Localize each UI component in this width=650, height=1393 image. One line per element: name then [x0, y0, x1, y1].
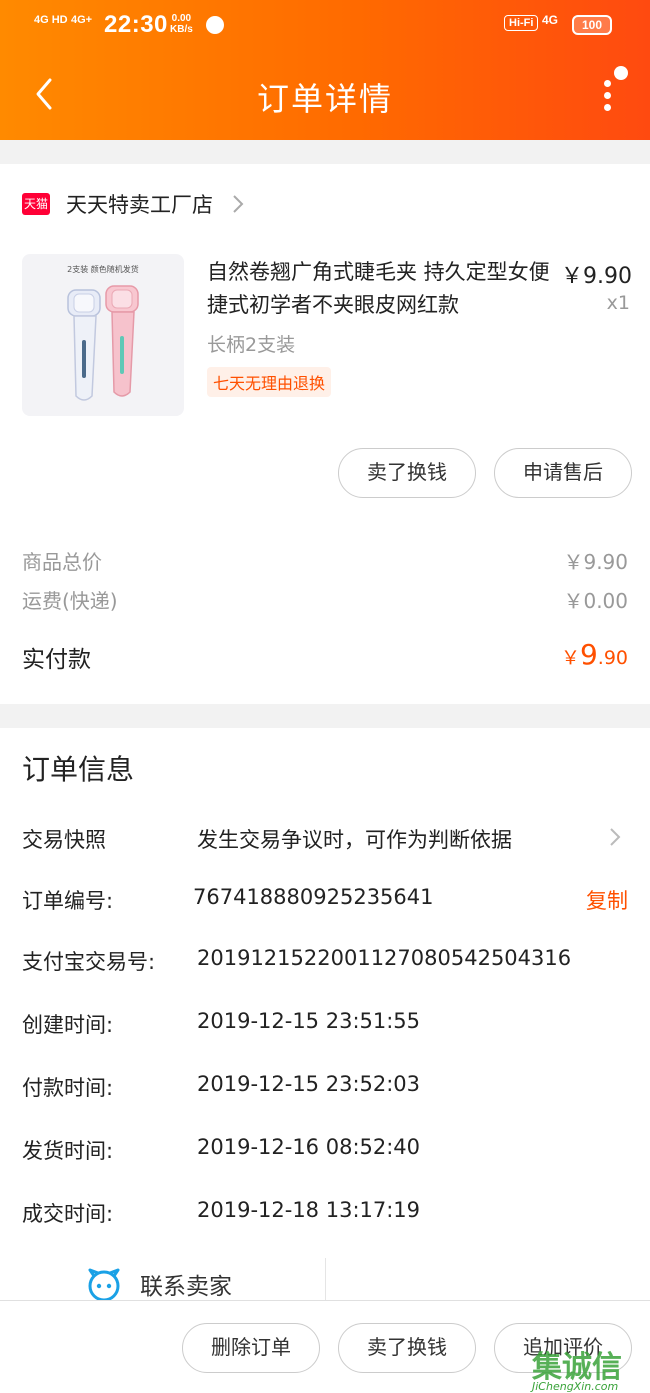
tmall-logo-icon: 天猫	[22, 193, 50, 215]
created-time-label: 创建时间:	[22, 1013, 114, 1037]
section-title: 订单信息	[22, 753, 135, 786]
shop-name: 天天特卖工厂店	[66, 193, 213, 217]
shipped-time-label: 发货时间:	[22, 1139, 114, 1163]
alipay-trade-value: 2019121522001127080542504316	[197, 946, 572, 970]
snapshot-value: 发生交易争议时，可作为判断依据	[197, 828, 512, 852]
notification-badge	[614, 66, 628, 80]
amount-paid-label: 实付款	[22, 647, 91, 673]
copy-order-number-button[interactable]: 复制	[586, 885, 628, 915]
chevron-right-icon	[610, 828, 621, 846]
product-sku: 长柄2支装	[207, 334, 296, 356]
created-time-value: 2019-12-15 23:51:55	[197, 1009, 421, 1033]
product-title[interactable]: 自然卷翘广角式睫毛夹 持久定型女便捷式初学者不夹眼皮网红款	[207, 256, 552, 322]
shipping-value: ￥0.00	[563, 589, 628, 613]
header-bar: 4G HD 4G+ 22:30 0.00 KB/s Hi-Fi 4G 100 订…	[0, 0, 650, 140]
product-price: ￥9.90	[561, 264, 632, 289]
network-speed: 0.00 KB/s	[170, 13, 193, 35]
order-item-card: 天猫 天天特卖工厂店 2支装 颜色随机发货 自然卷翘广角式睫毛夹 持久定型女便捷…	[0, 164, 650, 704]
goods-total-label: 商品总价	[22, 550, 102, 574]
status-bar: 4G HD 4G+ 22:30 0.00 KB/s Hi-Fi 4G 100	[0, 0, 650, 50]
contact-seller-label: 联系卖家	[140, 1274, 232, 1300]
snapshot-label: 交易快照	[22, 828, 106, 852]
amount-paid-value: ￥9.90	[560, 638, 628, 671]
notification-icon	[206, 16, 224, 34]
product-quantity: x1	[606, 292, 630, 314]
shipping-label: 运费(快递)	[22, 589, 118, 613]
trade-snapshot-row[interactable]: 交易快照 发生交易争议时，可作为判断依据	[0, 816, 650, 860]
shipped-time-value: 2019-12-16 08:52:40	[197, 1135, 421, 1159]
goods-total-value: ￥9.90	[563, 550, 628, 574]
network-type: 4G	[542, 13, 559, 27]
contact-seller-button[interactable]: 联系卖家	[86, 1264, 232, 1304]
completed-time-label: 成交时间:	[22, 1202, 114, 1226]
chevron-right-icon	[233, 195, 244, 213]
page-title: 订单详情	[256, 80, 393, 118]
order-number-label: 订单编号:	[22, 889, 114, 913]
clock: 22:30	[104, 11, 168, 38]
order-number-value: 767418880925235641	[193, 885, 434, 909]
more-dot-icon	[604, 92, 611, 99]
alipay-trade-label: 支付宝交易号:	[22, 950, 156, 974]
return-policy-badge: 七天无理由退换	[207, 367, 332, 397]
watermark-logo: 集诚信 JiChengXin.com	[532, 1350, 622, 1393]
sell-for-cash-button[interactable]: 卖了换钱	[338, 448, 476, 498]
more-dot-icon	[604, 80, 611, 87]
eyelash-curler-illustration	[67, 285, 139, 401]
signal-indicator-1: 4G HD	[34, 14, 68, 26]
completed-time-value: 2019-12-18 13:17:19	[197, 1198, 421, 1222]
paid-time-value: 2019-12-15 23:52:03	[197, 1072, 421, 1096]
divider	[325, 1258, 326, 1300]
delete-order-button[interactable]: 删除订单	[182, 1323, 320, 1373]
apply-aftersale-button[interactable]: 申请售后	[494, 448, 632, 498]
paid-time-label: 付款时间:	[22, 1076, 114, 1100]
shop-link[interactable]: 天猫 天天特卖工厂店	[22, 186, 245, 222]
sell-for-cash-button[interactable]: 卖了换钱	[338, 1323, 476, 1373]
battery-indicator: 100	[572, 15, 612, 35]
chat-face-icon	[88, 1268, 120, 1302]
signal-indicator-2: 4G+	[71, 14, 93, 26]
more-dot-icon	[604, 104, 611, 111]
order-info-card: 订单信息 交易快照 发生交易争议时，可作为判断依据 订单编号: 76741888…	[0, 728, 650, 1302]
more-menu-button[interactable]	[588, 64, 632, 120]
hifi-indicator: Hi-Fi	[504, 15, 539, 31]
product-image[interactable]: 2支装 颜色随机发货	[22, 254, 184, 416]
image-caption: 2支装 颜色随机发货	[67, 265, 139, 274]
